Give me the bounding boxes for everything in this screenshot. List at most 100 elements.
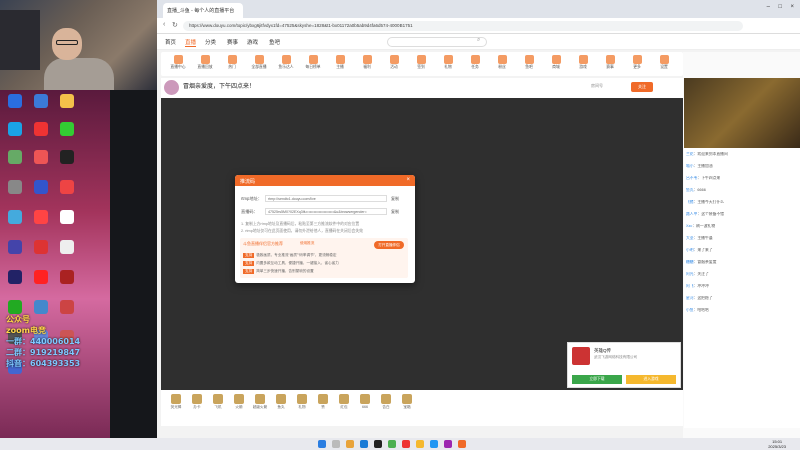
- steam-taskbar-icon[interactable]: [374, 440, 382, 448]
- desktop-icon[interactable]: [28, 240, 54, 255]
- desktop-icon[interactable]: [54, 180, 80, 195]
- douyu-taskbar-icon[interactable]: [458, 440, 466, 448]
- chat-username[interactable]: 吕不韦: [686, 176, 697, 180]
- gift-item[interactable]: 飞机: [209, 394, 227, 410]
- url-input[interactable]: https://www.douyu.com/topic/ybxg6jitfvdy…: [183, 21, 743, 31]
- chat-username[interactable]: 糖糖: [686, 260, 694, 264]
- desktop-icon[interactable]: [54, 122, 80, 137]
- app-taskbar-icon[interactable]: [416, 440, 424, 448]
- desktop-icon[interactable]: [28, 150, 54, 165]
- desktop-icon[interactable]: [54, 270, 80, 285]
- rtmp-address-field[interactable]: rtmp://sendtc1.douyu.com/live: [265, 195, 387, 202]
- search-icon[interactable]: ⌕: [477, 37, 480, 44]
- category-item[interactable]: 鱼乐达人: [273, 55, 299, 70]
- gift-item[interactable]: 超级火箭: [251, 394, 269, 410]
- category-item[interactable]: 全部直播: [246, 55, 272, 70]
- category-item[interactable]: 活动: [381, 55, 407, 70]
- category-item[interactable]: 每日榜单: [300, 55, 326, 70]
- category-item[interactable]: 签到: [408, 55, 434, 70]
- start-icon[interactable]: [318, 440, 326, 448]
- category-item[interactable]: 设置: [651, 55, 677, 70]
- desktop-icon[interactable]: [2, 300, 28, 315]
- category-item[interactable]: 粉丝: [489, 55, 515, 70]
- search-taskbar-icon[interactable]: [332, 440, 340, 448]
- nav-home[interactable]: 首页: [165, 38, 176, 46]
- category-item[interactable]: 游戏: [570, 55, 596, 70]
- nav-events[interactable]: 赛事: [227, 38, 238, 46]
- desktop-icon[interactable]: [54, 210, 80, 225]
- chat-username[interactable]: 大圣: [686, 236, 694, 240]
- close-icon[interactable]: ×: [790, 4, 794, 10]
- gift-item[interactable]: 红包: [335, 394, 353, 410]
- category-item[interactable]: 赛事: [597, 55, 623, 70]
- gift-item[interactable]: 鱼丸: [272, 394, 290, 410]
- follow-button[interactable]: 关注: [631, 82, 653, 92]
- category-item[interactable]: 直播中心: [165, 55, 191, 70]
- category-item[interactable]: 任务: [462, 55, 488, 70]
- chat-username[interactable]: 阿飞: [686, 284, 694, 288]
- desktop-icon[interactable]: [2, 150, 28, 165]
- desktop-icon[interactable]: [2, 122, 28, 137]
- nav-games[interactable]: 游戏: [247, 38, 258, 46]
- close-icon[interactable]: ×: [406, 177, 410, 183]
- desktop-icon[interactable]: [54, 300, 80, 315]
- chat-username[interactable]: 飞猪: [686, 200, 694, 204]
- category-item[interactable]: 礼物: [435, 55, 461, 70]
- desktop-folder-icon[interactable]: [54, 94, 80, 109]
- gift-item[interactable]: 火箭: [230, 394, 248, 410]
- open-companion-button[interactable]: 打开直播伴侣: [374, 241, 404, 249]
- app-taskbar-icon[interactable]: [444, 440, 452, 448]
- game-thumbnail[interactable]: [684, 78, 800, 148]
- chat-username[interactable]: 兰花: [686, 152, 694, 156]
- chat-username[interactable]: 喵小: [686, 164, 694, 168]
- gift-item[interactable]: 666: [356, 394, 374, 409]
- search-input[interactable]: [387, 37, 487, 47]
- ad-download-button[interactable]: 立即下载: [572, 375, 622, 384]
- app-taskbar-icon[interactable]: [430, 440, 438, 448]
- gift-item[interactable]: 告白: [377, 394, 395, 410]
- nav-yuba[interactable]: 鱼吧: [269, 38, 280, 46]
- stream-key-field[interactable]: 47525rs5M0?02EXq3lfu=•••••••••••••••••••…: [265, 208, 387, 215]
- desktop-icon[interactable]: [28, 122, 54, 137]
- desktop-icon[interactable]: [28, 210, 54, 225]
- chat-username[interactable]: 小鱼: [686, 308, 694, 312]
- chat-username[interactable]: 小明: [686, 248, 694, 252]
- category-item[interactable]: 鱼吧: [516, 55, 542, 70]
- nav-live[interactable]: 直播: [185, 38, 197, 47]
- category-item[interactable]: 更多: [624, 55, 650, 70]
- browser-tab[interactable]: 直播_斗鱼 - 每个人的直播平台: [163, 3, 243, 18]
- desktop-icon[interactable]: [28, 270, 54, 285]
- edge-taskbar-icon[interactable]: [360, 440, 368, 448]
- category-item[interactable]: 福利: [354, 55, 380, 70]
- back-icon[interactable]: ‹: [163, 21, 165, 28]
- gift-item[interactable]: 荧光棒: [167, 394, 185, 410]
- desktop-icon[interactable]: [2, 270, 28, 285]
- minimize-icon[interactable]: –: [767, 4, 770, 10]
- desktop-icon[interactable]: [28, 300, 54, 315]
- desktop-icon[interactable]: [2, 180, 28, 195]
- gift-item[interactable]: 办卡: [188, 394, 206, 410]
- chat-username[interactable]: 阿光: [686, 272, 694, 276]
- app-taskbar-icon[interactable]: [402, 440, 410, 448]
- desktop-icon[interactable]: [2, 94, 28, 109]
- gift-item[interactable]: 礼物: [293, 394, 311, 410]
- desktop-icon[interactable]: [28, 94, 54, 109]
- category-item[interactable]: 商城: [543, 55, 569, 70]
- maximize-icon[interactable]: □: [778, 4, 782, 10]
- nav-category[interactable]: 分类: [205, 38, 216, 46]
- desktop-icon[interactable]: [28, 180, 54, 195]
- desktop-icon[interactable]: [54, 240, 80, 255]
- reload-icon[interactable]: ↻: [172, 21, 178, 29]
- category-item[interactable]: 直播回放: [192, 55, 218, 70]
- chat-username[interactable]: 鱼丸: [686, 188, 694, 192]
- category-item[interactable]: 主播: [327, 55, 353, 70]
- avatar[interactable]: [164, 80, 179, 95]
- gift-item[interactable]: 宝箱: [398, 394, 416, 410]
- desktop-icon[interactable]: [2, 240, 28, 255]
- category-item[interactable]: 热门: [219, 55, 245, 70]
- desktop-icon[interactable]: [54, 150, 80, 165]
- app-taskbar-icon[interactable]: [388, 440, 396, 448]
- ad-play-button[interactable]: 进入游戏: [626, 375, 676, 384]
- desktop-icon[interactable]: [2, 210, 28, 225]
- gift-item[interactable]: 赞: [314, 394, 332, 410]
